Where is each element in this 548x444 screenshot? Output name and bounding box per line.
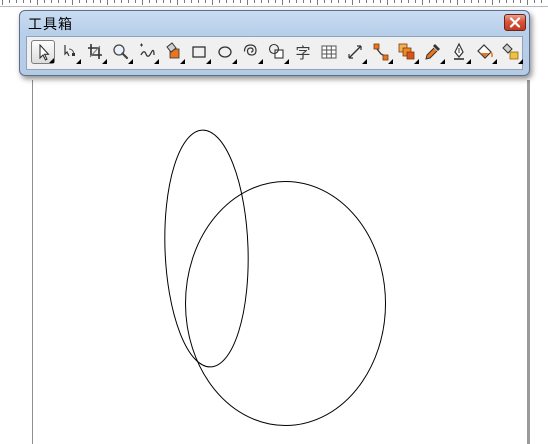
ellipse-tool-button[interactable] (213, 40, 237, 64)
basic-shapes-tool-button[interactable] (265, 40, 289, 64)
toolbox-title: 工具箱 (28, 17, 73, 33)
spiral-tool-button[interactable] (239, 40, 263, 64)
interactive-fill-tool-button[interactable] (499, 40, 523, 64)
flyout-indicator[interactable] (492, 59, 497, 64)
flyout-indicator[interactable] (49, 58, 54, 63)
flyout-indicator[interactable] (414, 59, 419, 64)
shape-tool-button[interactable] (57, 40, 81, 64)
pick-tool-button[interactable] (31, 40, 55, 64)
flyout-indicator[interactable] (232, 59, 237, 64)
flyout-indicator[interactable] (466, 59, 471, 64)
flyout-indicator[interactable] (440, 59, 445, 64)
flyout-indicator[interactable] (284, 59, 289, 64)
flyout-indicator[interactable] (258, 59, 263, 64)
flyout-indicator[interactable] (76, 59, 81, 64)
table-grid-icon (321, 45, 337, 59)
rectangle-tool-button[interactable] (187, 40, 211, 64)
freehand-tool-button[interactable] (135, 40, 159, 64)
crop-tool-button[interactable] (83, 40, 107, 64)
flyout-indicator[interactable] (388, 59, 393, 64)
tool-strip: 字 (26, 36, 523, 70)
flyout-indicator[interactable] (206, 59, 211, 64)
outline-pen-tool-button[interactable] (447, 40, 471, 64)
flyout-indicator[interactable] (180, 59, 185, 64)
flyout-indicator[interactable] (128, 59, 133, 64)
toolbox-panel[interactable]: 工具箱 字 (19, 10, 530, 76)
smart-fill-tool-button[interactable] (161, 40, 185, 64)
table-tool-button[interactable] (317, 40, 341, 64)
large-ellipse[interactable] (185, 181, 386, 426)
dimension-tool-button[interactable] (343, 40, 367, 64)
connector-tool-button[interactable] (369, 40, 393, 64)
flyout-indicator[interactable] (102, 59, 107, 64)
eyedropper-tool-button[interactable] (421, 40, 445, 64)
flyout-indicator[interactable] (518, 59, 523, 64)
text-glyph-icon: 字 (295, 44, 311, 62)
close-button[interactable] (504, 14, 526, 31)
tall-ellipse[interactable] (161, 129, 252, 369)
zoom-tool-button[interactable] (109, 40, 133, 64)
blend-tool-button[interactable] (395, 40, 419, 64)
flyout-indicator[interactable] (362, 59, 367, 64)
fill-tool-button[interactable] (473, 40, 497, 64)
flyout-indicator[interactable] (154, 59, 159, 64)
text-tool-button[interactable]: 字 (291, 40, 315, 64)
close-icon (509, 17, 521, 28)
